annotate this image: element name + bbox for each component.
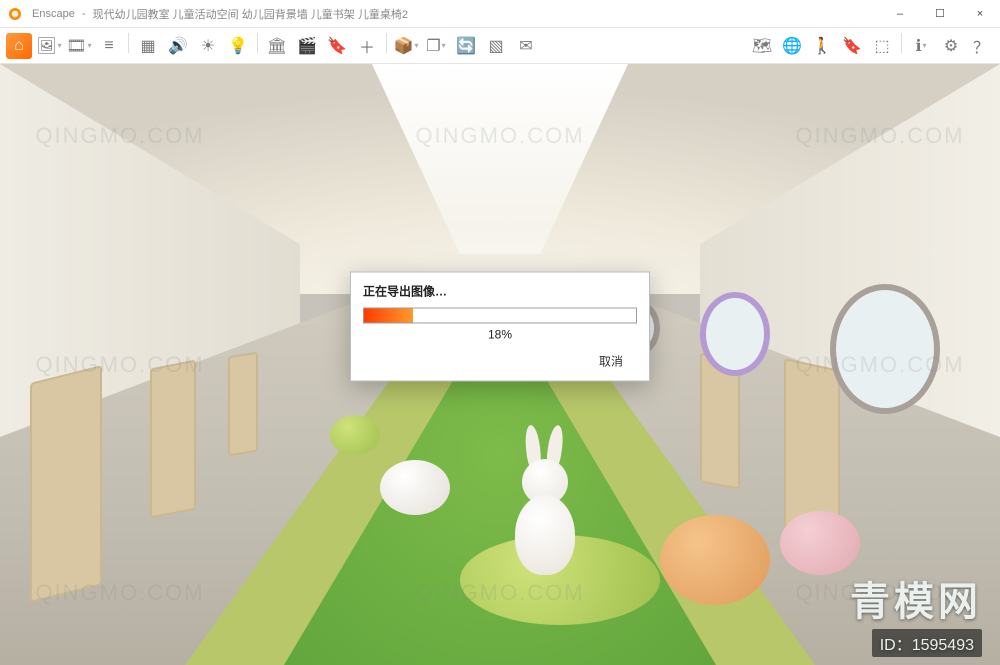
sun-button[interactable]: ☀ [195,33,221,59]
clapper-button[interactable]: 🎬 [294,33,320,59]
maximize-button[interactable]: ☐ [920,0,960,28]
info-icon: ℹ [915,36,921,56]
toolbar-divider [257,33,258,53]
walk-icon: 🚶 [812,36,832,56]
asset-button[interactable]: 📦▾ [393,33,419,59]
settings-button[interactable]: ⚙ [938,33,964,59]
bookmark-b-button[interactable]: 🔖 [839,33,865,59]
library-button[interactable]: 🏛 [264,33,290,59]
chevron-down-icon: ▾ [88,41,92,50]
layers-icon: ❐ [426,36,440,56]
video-icon: 🎞 [66,36,86,56]
sun-icon: ☀ [201,36,215,56]
scene-bunny-statue [500,425,590,575]
close-button[interactable]: × [960,0,1000,28]
chevron-down-icon: ▾ [58,41,62,50]
export-image-button[interactable]: 🖼▾ [36,33,62,59]
gallery-icon: ▦ [140,36,155,56]
app-name: Enscape [32,8,75,20]
info-button[interactable]: ℹ▾ [908,33,934,59]
bookmark-button[interactable]: 🔖 [324,33,350,59]
qr-icon: ▧ [488,36,503,56]
scene-pouf [330,415,380,455]
scene-round-window [830,284,940,414]
export-progress-dialog: 正在导出图像… 18% 取消 [350,271,650,381]
progress-percent: 18% [363,327,637,341]
sync-icon: 🔄 [456,36,476,56]
sound-icon: 🔊 [168,36,188,56]
plus-button[interactable]: ＋ [354,33,380,59]
video-button[interactable]: 🎞▾ [66,33,92,59]
toolbar-divider [128,33,129,53]
cube-icon: ⬚ [874,36,889,56]
scene-door [228,352,258,457]
asset-icon: 📦 [394,36,414,56]
question-button[interactable]: ？ [968,33,994,59]
help-button[interactable]: ✉ [513,33,539,59]
scene-pouf [380,460,450,515]
light-button[interactable]: 💡 [225,33,251,59]
scene-round-window [700,292,770,376]
toolbar: ⌂🖼▾🎞▾≡▦🔊☀💡🏛🎬🔖＋📦▾❐▾🔄▧✉ 🗺🌐🚶🔖⬚ℹ▾⚙？ [0,28,1000,64]
cancel-button[interactable]: 取消 [585,349,637,372]
render-viewport[interactable]: 交 QINGMO.COM QINGMO.COM QINGMO.COM QINGM… [0,64,1000,665]
globe-icon: 🌐 [782,36,802,56]
light-icon: 💡 [228,36,248,56]
minimize-button[interactable]: – [880,0,920,28]
app-logo [2,1,28,27]
progress-bar-fill [364,308,413,322]
help-icon: ✉ [519,36,532,56]
bookmark-icon: 🔖 [327,36,347,56]
question-icon: ？ [973,34,989,58]
export-image-icon: 🖼 [36,36,56,56]
scene-pouf [660,515,770,605]
title-separator: - [79,8,89,20]
map-icon: 🗺 [752,36,772,56]
map-button[interactable]: 🗺 [749,33,775,59]
walk-button[interactable]: 🚶 [809,33,835,59]
scene-door [150,360,196,519]
plus-icon: ＋ [359,34,375,58]
chevron-down-icon: ▾ [414,41,418,50]
document-title: 现代幼儿园教室 儿童活动空间 幼儿园背景墙 儿童书架 儿童桌椅2 [93,6,408,22]
bookmark-b-icon: 🔖 [842,36,862,56]
scene-pouf [780,511,860,575]
sync-button[interactable]: 🔄 [453,33,479,59]
gallery-button[interactable]: ▦ [135,33,161,59]
clapper-icon: 🎬 [297,36,317,56]
settings-icon: ⚙ [944,36,958,56]
scene-door [30,365,102,603]
sound-button[interactable]: 🔊 [165,33,191,59]
home-button[interactable]: ⌂ [6,33,32,59]
progress-bar [363,307,637,323]
library-icon: 🏛 [267,36,287,56]
toolbar-divider [901,33,902,53]
list-button[interactable]: ≡ [96,33,122,59]
dialog-title: 正在导出图像… [363,282,637,299]
qr-button[interactable]: ▧ [483,33,509,59]
cube-button[interactable]: ⬚ [869,33,895,59]
list-icon: ≡ [104,37,113,55]
chevron-down-icon: ▾ [442,41,446,50]
layers-button[interactable]: ❐▾ [423,33,449,59]
title-bar: Enscape - 现代幼儿园教室 儿童活动空间 幼儿园背景墙 儿童书架 儿童桌… [0,0,1000,28]
globe-button[interactable]: 🌐 [779,33,805,59]
chevron-down-icon: ▾ [923,41,927,50]
home-icon: ⌂ [14,37,24,55]
toolbar-divider [386,33,387,53]
